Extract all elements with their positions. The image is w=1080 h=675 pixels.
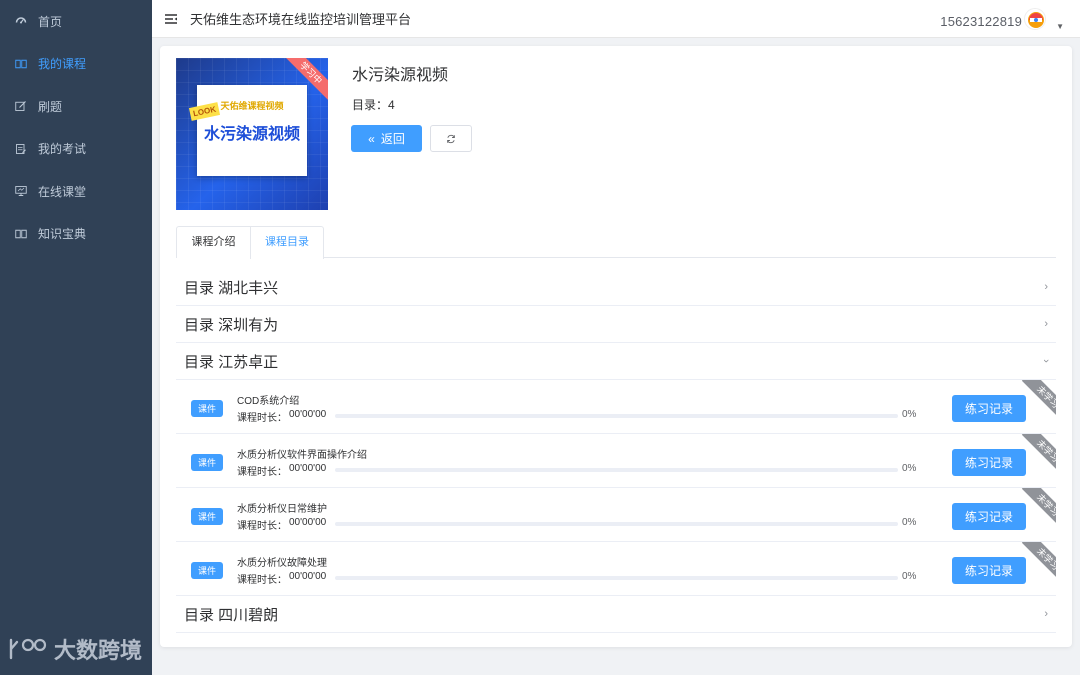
lesson-name[interactable]: COD系统介绍 — [237, 392, 299, 407]
avatar[interactable] — [1024, 8, 1046, 30]
progress-bar — [335, 468, 898, 472]
sidebar-item-label: 刷题 — [38, 99, 63, 114]
progress-percent: 0% — [902, 571, 917, 582]
sidebar-item-home[interactable]: 首页 — [0, 0, 152, 43]
sidebar-item-label: 知识宝典 — [38, 227, 87, 242]
cover-panel: 天佑维课程视频 水污染源视频 — [197, 85, 307, 176]
book-open-icon — [15, 228, 27, 240]
caret-down-icon[interactable]: ▼ — [1056, 22, 1064, 31]
course-cover-image: 天佑维课程视频 水污染源视频 LOOK 学习中 — [176, 58, 328, 210]
brand-mark-icon — [9, 638, 47, 660]
brand-logo: 大数跨境 — [8, 633, 142, 665]
courseware-tag: 课件 — [191, 562, 223, 579]
practice-record-button[interactable]: 练习记录 — [952, 557, 1026, 584]
chevron-right-icon: › — [1044, 281, 1048, 293]
catalog-count: 目录：4 — [352, 98, 395, 112]
courseware-tag: 课件 — [191, 508, 223, 525]
chevron-right-icon: › — [1044, 608, 1048, 620]
duration-label: 课程时长： — [237, 575, 287, 586]
catalog-list: 目录 湖北丰兴 › 目录 深圳有为 › 目录 江苏卓正 › 课件 COD系统介绍… — [176, 269, 1056, 633]
status-corner: 未学习 — [1016, 542, 1056, 582]
double-chevron-left-icon: « — [368, 131, 375, 146]
top-header: 天佑维生态环境在线监控培训管理平台 15623122819 ▼ — [152, 0, 1080, 38]
status-corner: 未学习 — [1016, 380, 1056, 420]
back-button[interactable]: « 返回 — [351, 125, 422, 152]
duration-value: 00'00'00 — [289, 409, 327, 420]
sidebar-item-label: 首页 — [38, 14, 63, 29]
lesson-row: 课件 水质分析仪故障处理 课程时长： 00'00'00 0% 练习记录 未学习 — [176, 542, 1056, 596]
lesson-name[interactable]: 水质分析仪故障处理 — [237, 554, 327, 569]
section-title: 目录 江苏卓正 — [184, 353, 279, 371]
menu-toggle-icon[interactable] — [164, 12, 178, 26]
lesson-name[interactable]: 水质分析仪软件界面操作介绍 — [237, 446, 367, 461]
refresh-button[interactable] — [430, 125, 472, 152]
practice-record-button[interactable]: 练习记录 — [952, 503, 1026, 530]
refresh-icon — [447, 134, 455, 143]
book-icon — [15, 58, 27, 70]
progress-bar — [335, 522, 898, 526]
sidebar-item-label: 我的考试 — [38, 142, 87, 157]
tab-course-catalog[interactable]: 课程目录 — [250, 226, 324, 259]
cover-title: 水污染源视频 — [203, 126, 300, 143]
duration-label: 课程时长： — [237, 521, 287, 532]
practice-record-button[interactable]: 练习记录 — [952, 449, 1026, 476]
courseware-tag: 课件 — [191, 454, 223, 471]
chevron-right-icon: › — [1044, 318, 1048, 330]
duration-label: 课程时长： — [237, 413, 287, 424]
edit-icon — [15, 100, 27, 112]
progress-bar — [335, 414, 898, 418]
duration-label: 课程时长： — [237, 467, 287, 478]
chevron-down-icon: › — [1040, 359, 1053, 363]
status-badge: 未学习 — [1021, 380, 1056, 420]
section-title: 目录 深圳有为 — [184, 316, 279, 334]
sidebar-item-label: 在线课堂 — [38, 184, 87, 199]
catalog-section-hubei[interactable]: 目录 湖北丰兴 › — [176, 269, 1056, 306]
course-title: 水污染源视频 — [352, 67, 449, 84]
progress-bar — [335, 576, 898, 580]
lesson-row: 课件 COD系统介绍 课程时长： 00'00'00 0% 练习记录 未学习 — [176, 380, 1056, 434]
section-title: 目录 四川碧朗 — [184, 606, 279, 624]
monitor-icon — [15, 185, 27, 197]
progress-percent: 0% — [902, 517, 917, 528]
status-badge: 未学习 — [1021, 434, 1056, 474]
sidebar-item-knowledge[interactable]: 知识宝典 — [0, 213, 152, 256]
sidebar: 首页 我的课程 刷题 我的考试 在线课堂 知识宝典 大数跨境 — [0, 0, 152, 675]
exam-icon — [15, 143, 27, 155]
duration-value: 00'00'00 — [289, 571, 327, 582]
brand-name: 大数跨境 — [54, 638, 143, 663]
duration-value: 00'00'00 — [289, 463, 327, 474]
section-title: 目录 湖北丰兴 — [184, 279, 279, 297]
catalog-section-jiangsu[interactable]: 目录 江苏卓正 › — [176, 343, 1056, 380]
progress-percent: 0% — [902, 409, 917, 420]
courseware-tag: 课件 — [191, 400, 223, 417]
duration-value: 00'00'00 — [289, 517, 327, 528]
sidebar-item-my-courses[interactable]: 我的课程 — [0, 43, 152, 86]
catalog-section-shenzhen[interactable]: 目录 深圳有为 › — [176, 306, 1056, 343]
practice-record-button[interactable]: 练习记录 — [952, 395, 1026, 422]
course-detail-card: 天佑维课程视频 水污染源视频 LOOK 学习中 水污染源视频 目录：4 « 返回… — [160, 46, 1072, 647]
app-title: 天佑维生态环境在线监控培训管理平台 — [190, 12, 412, 27]
progress-percent: 0% — [902, 463, 917, 474]
lesson-name[interactable]: 水质分析仪日常维护 — [237, 500, 327, 515]
course-tabs: 课程介绍 课程目录 — [176, 226, 1056, 259]
status-corner: 未学习 — [1016, 488, 1056, 528]
tab-course-intro[interactable]: 课程介绍 — [176, 226, 250, 258]
lesson-row: 课件 水质分析仪日常维护 课程时长： 00'00'00 0% 练习记录 未学习 — [176, 488, 1056, 542]
sidebar-item-practice[interactable]: 刷题 — [0, 85, 152, 128]
sidebar-item-online-class[interactable]: 在线课堂 — [0, 170, 152, 213]
dashboard-icon — [15, 15, 27, 27]
status-badge: 未学习 — [1021, 542, 1056, 582]
sidebar-item-my-exams[interactable]: 我的考试 — [0, 128, 152, 171]
back-button-label: 返回 — [380, 132, 405, 146]
user-phone: 15623122819 — [940, 14, 1022, 29]
sidebar-item-label: 我的课程 — [38, 57, 87, 72]
catalog-section-sichuan[interactable]: 目录 四川碧朗 › — [176, 596, 1056, 633]
lesson-row: 课件 水质分析仪软件界面操作介绍 课程时长： 00'00'00 0% 练习记录 … — [176, 434, 1056, 488]
status-corner: 未学习 — [1016, 434, 1056, 474]
status-badge: 未学习 — [1021, 488, 1056, 528]
